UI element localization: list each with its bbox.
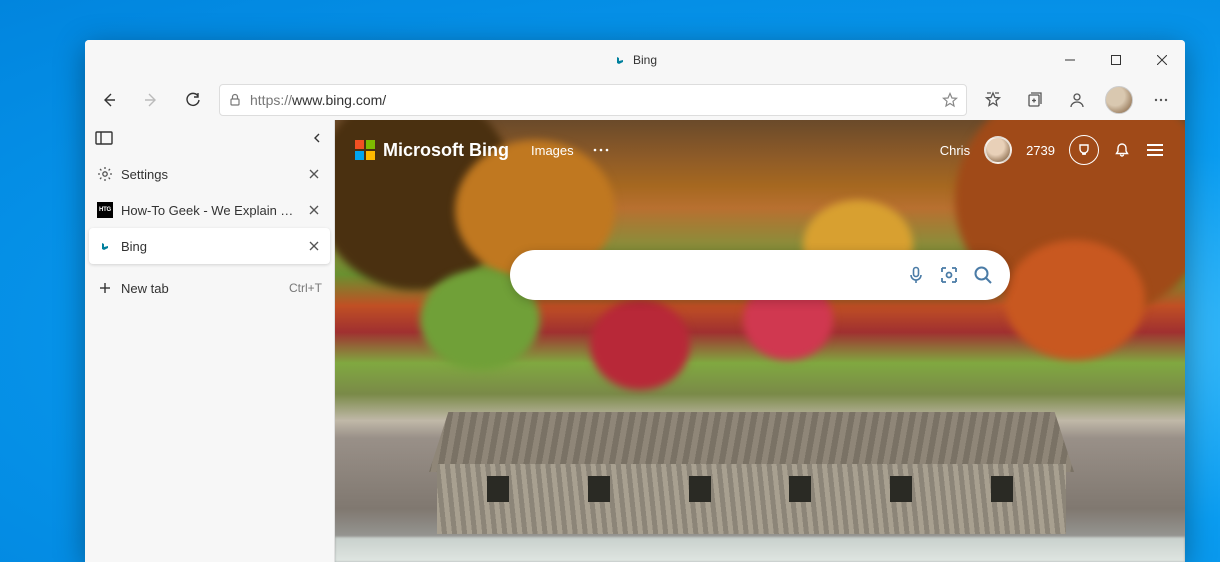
refresh-button[interactable]: [173, 82, 213, 118]
favorites-button[interactable]: [973, 82, 1013, 118]
plus-icon: [97, 280, 113, 296]
nav-images-link[interactable]: Images: [531, 143, 574, 158]
tab-howtogeek[interactable]: HTG How-To Geek - We Explain Techn: [89, 192, 330, 228]
rewards-icon[interactable]: [1069, 135, 1099, 165]
rewards-points[interactable]: 2739: [1026, 143, 1055, 158]
nav-more-icon[interactable]: [592, 147, 610, 153]
minimize-button[interactable]: [1047, 40, 1093, 80]
notifications-icon[interactable]: [1113, 141, 1131, 159]
htg-favicon-icon: HTG: [97, 202, 113, 218]
close-button[interactable]: [1139, 40, 1185, 80]
bing-nav: Images: [531, 143, 610, 158]
more-menu-button[interactable]: [1141, 82, 1181, 118]
window-title-group: Bing: [613, 53, 657, 67]
url-text: https://www.bing.com/: [250, 92, 934, 108]
page-content: Microsoft Bing Images Chris 2739: [335, 120, 1185, 562]
voice-search-icon[interactable]: [906, 265, 926, 285]
bing-header: Microsoft Bing Images Chris 2739: [335, 128, 1185, 172]
microsoft-logo-icon: [355, 140, 375, 160]
forward-button[interactable]: [131, 82, 171, 118]
bing-user-name[interactable]: Chris: [940, 143, 970, 158]
bing-search-box[interactable]: [510, 250, 1010, 300]
search-input[interactable]: [526, 267, 894, 284]
bing-header-right: Chris 2739: [940, 135, 1165, 165]
tab-label: Bing: [121, 239, 298, 254]
address-bar[interactable]: https://www.bing.com/: [219, 84, 967, 116]
tab-label: Settings: [121, 167, 298, 182]
window-controls: [1047, 40, 1185, 80]
bing-favicon-icon: [613, 53, 627, 67]
browser-window: Bing https:/: [85, 40, 1185, 562]
bing-brand[interactable]: Microsoft Bing: [355, 140, 509, 161]
close-tab-button[interactable]: [306, 166, 322, 182]
profile-icon-button[interactable]: [1057, 82, 1097, 118]
window-title: Bing: [633, 53, 657, 67]
bing-brand-text: Microsoft Bing: [383, 140, 509, 161]
profile-avatar[interactable]: [1099, 82, 1139, 118]
collections-button[interactable]: [1015, 82, 1055, 118]
tab-bing[interactable]: Bing: [89, 228, 330, 264]
vertical-tabs-header: [85, 120, 334, 156]
tab-label: How-To Geek - We Explain Techn: [121, 203, 298, 218]
tab-settings[interactable]: Settings: [89, 156, 330, 192]
browser-toolbar: https://www.bing.com/: [85, 80, 1185, 120]
favorite-star-icon[interactable]: [942, 92, 958, 108]
gear-icon: [97, 166, 113, 182]
back-button[interactable]: [89, 82, 129, 118]
new-tab-shortcut: Ctrl+T: [289, 281, 322, 295]
search-icon[interactable]: [972, 264, 994, 286]
collapse-tabs-button[interactable]: [310, 131, 324, 145]
close-tab-button[interactable]: [306, 238, 322, 254]
body-area: Settings HTG How-To Geek - We Explain Te…: [85, 120, 1185, 562]
lock-icon: [228, 93, 242, 107]
vertical-tabs-panel: Settings HTG How-To Geek - We Explain Te…: [85, 120, 335, 562]
url-host-path: www.bing.com/: [292, 92, 386, 108]
maximize-button[interactable]: [1093, 40, 1139, 80]
bing-favicon-icon: [97, 238, 113, 254]
title-bar: Bing: [85, 40, 1185, 80]
bing-user-avatar[interactable]: [984, 136, 1012, 164]
new-tab-button[interactable]: New tab Ctrl+T: [89, 270, 330, 306]
image-search-icon[interactable]: [938, 264, 960, 286]
vertical-tabs-icon[interactable]: [95, 131, 113, 145]
new-tab-label: New tab: [121, 281, 281, 296]
background-bridge: [437, 412, 1066, 542]
hamburger-menu-icon[interactable]: [1145, 142, 1165, 158]
close-tab-button[interactable]: [306, 202, 322, 218]
url-protocol: https://: [250, 92, 292, 108]
